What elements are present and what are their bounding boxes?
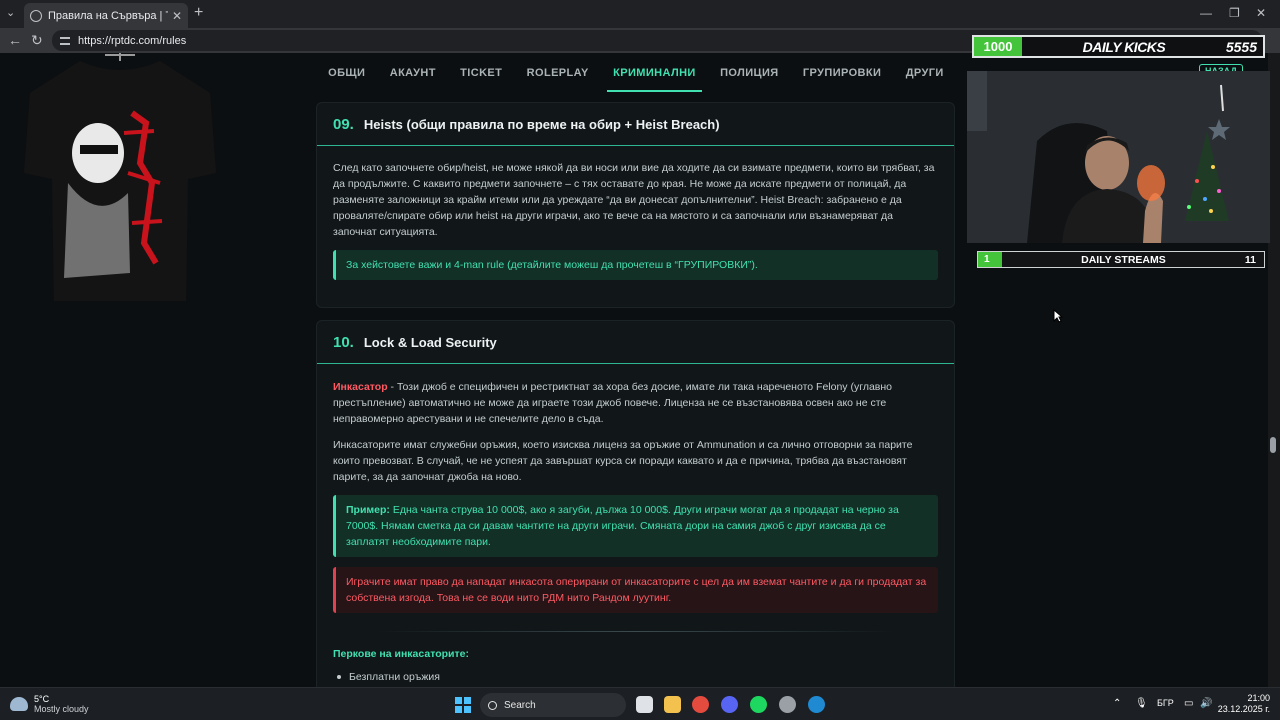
scrollbar-thumb[interactable] xyxy=(1270,437,1276,453)
rule-card-security: 10. Lock & Load Security Инкасатор - Тоз… xyxy=(316,320,955,687)
rule-body: След като започнете обир/heist, не може … xyxy=(333,162,935,238)
rule-paragraph-1-text: - Този джоб е специфичен и рестриктнат з… xyxy=(333,381,892,425)
search-icon xyxy=(488,700,497,710)
kicks-label: DAILY KICKS xyxy=(1082,38,1166,55)
reload-icon[interactable]: ↻ xyxy=(31,32,43,49)
tab-general[interactable]: ОБЩИ xyxy=(322,54,371,92)
show-hidden-icons-icon[interactable]: ⌃ xyxy=(1113,698,1121,709)
rule-title: Lock & Load Security xyxy=(363,334,497,350)
perk-item: Безплатни оръжия xyxy=(317,671,954,683)
example-label: Пример: xyxy=(346,504,390,516)
close-tab-icon[interactable]: ✕ xyxy=(172,9,182,23)
streams-label: DAILY STREAMS xyxy=(1081,253,1166,266)
chrome-icon[interactable] xyxy=(692,696,709,713)
daily-kicks-bar: 1000 DAILY KICKS 5555 xyxy=(972,35,1265,58)
tab-other[interactable]: ДРУГИ xyxy=(900,54,950,92)
rule-title: Heists (общи правила по време на обир + … xyxy=(363,116,720,132)
browser-tab[interactable]: Правила на Сървъра | TDC Rolep ✕ xyxy=(24,3,188,28)
minimize-icon[interactable]: — xyxy=(1200,6,1212,20)
site-info-icon[interactable] xyxy=(60,36,70,45)
network-icon[interactable]: ▭ xyxy=(1184,698,1193,709)
rule-number: 09. xyxy=(333,115,354,133)
tshirt-image xyxy=(24,53,216,301)
weather-desc: Mostly cloudy xyxy=(34,704,89,714)
role-highlight: Инкасатор xyxy=(333,381,388,393)
streams-count: 1 xyxy=(978,252,1002,267)
rule-card-heists: 09. Heists (общи правила по време на оби… xyxy=(316,102,955,308)
rule-header: 09. Heists (общи правила по време на оби… xyxy=(317,103,954,146)
back-arrow-icon[interactable]: ← xyxy=(8,32,22,48)
browser-tabbar: ⌄ Правила на Сървъра | TDC Rolep ✕ + — ❐… xyxy=(0,0,1280,28)
restore-icon[interactable]: ❐ xyxy=(1229,6,1240,20)
microphone-icon[interactable]: 🎙 xyxy=(1135,698,1148,709)
rule-paragraph-2: Инкасаторите имат служебни оръжия, което… xyxy=(333,439,913,483)
volume-icon[interactable]: 🔊 xyxy=(1200,698,1212,709)
daily-streams-bar: 1 DAILY STREAMS 11 xyxy=(977,251,1265,268)
kicks-count: 1000 xyxy=(974,37,1022,56)
info-note: За хейстовете важи и 4-man rule (детайли… xyxy=(333,250,938,280)
weather-temp: 5°C xyxy=(34,694,50,704)
file-explorer-icon[interactable] xyxy=(664,696,681,713)
clock-date: 23.12.2025 г. xyxy=(1217,704,1270,714)
spotify-icon[interactable] xyxy=(750,696,767,713)
warning-note: Играчите имат право да нападат инкасота … xyxy=(333,567,938,613)
webcam-feed xyxy=(967,71,1270,243)
discord-icon[interactable] xyxy=(721,696,738,713)
clock[interactable]: 21:00 23.12.2025 г. xyxy=(1218,693,1270,715)
rule-number: 10. xyxy=(333,333,354,351)
close-window-icon[interactable]: ✕ xyxy=(1256,6,1266,20)
windows-taskbar: 5°C Mostly cloudy Search ⌃ 🎙 БГР ▭ 🔊 21:… xyxy=(0,687,1280,720)
tab-ticket[interactable]: TICKET xyxy=(454,54,508,92)
taskbar-search[interactable]: Search xyxy=(480,693,626,717)
example-text: Една чанта струва 10 000$, ако я загуби,… xyxy=(346,504,899,548)
tab-account[interactable]: АКАУНТ xyxy=(384,54,442,92)
tab-roleplay[interactable]: ROLEPLAY xyxy=(521,54,595,92)
rule-header: 10. Lock & Load Security xyxy=(317,321,954,364)
rule-paragraph-1: Инкасатор - Този джоб е специфичен и рес… xyxy=(317,379,954,427)
streams-goal: 11 xyxy=(1244,253,1256,266)
language-indicator[interactable]: БГР xyxy=(1157,698,1174,708)
new-tab-icon[interactable]: + xyxy=(194,4,203,22)
search-label: Search xyxy=(504,699,536,711)
start-button-icon[interactable] xyxy=(455,697,471,713)
edge-icon[interactable] xyxy=(808,696,825,713)
kicks-goal: 5555 xyxy=(1225,38,1257,55)
tab-title: Правила на Сървъра | TDC Rolep xyxy=(48,9,168,22)
weather-widget[interactable]: 5°C Mostly cloudy xyxy=(10,694,89,714)
tab-criminal[interactable]: КРИМИНАЛНИ xyxy=(607,54,702,92)
clock-time: 21:00 xyxy=(1247,693,1270,703)
tab-list-chevron-icon[interactable]: ⌄ xyxy=(6,6,15,19)
globe-icon xyxy=(30,9,42,22)
url-text: https://rptdc.com/rules xyxy=(78,34,187,47)
example-note: Пример: Една чанта струва 10 000$, ако я… xyxy=(333,495,938,557)
tab-groups[interactable]: ГРУПИРОВКИ xyxy=(797,54,887,92)
tab-police[interactable]: ПОЛИЦИЯ xyxy=(714,54,784,92)
task-view-icon[interactable] xyxy=(636,696,653,713)
weather-cloud-icon xyxy=(10,697,28,711)
obs-icon[interactable] xyxy=(779,696,796,713)
section-divider xyxy=(377,631,894,632)
perks-title: Перкове на инкасаторите: xyxy=(333,648,469,660)
category-nav: ОБЩИ АКАУНТ TICKET ROLEPLAY КРИМИНАЛНИ П… xyxy=(316,53,956,93)
mouse-cursor-icon xyxy=(1053,309,1063,323)
